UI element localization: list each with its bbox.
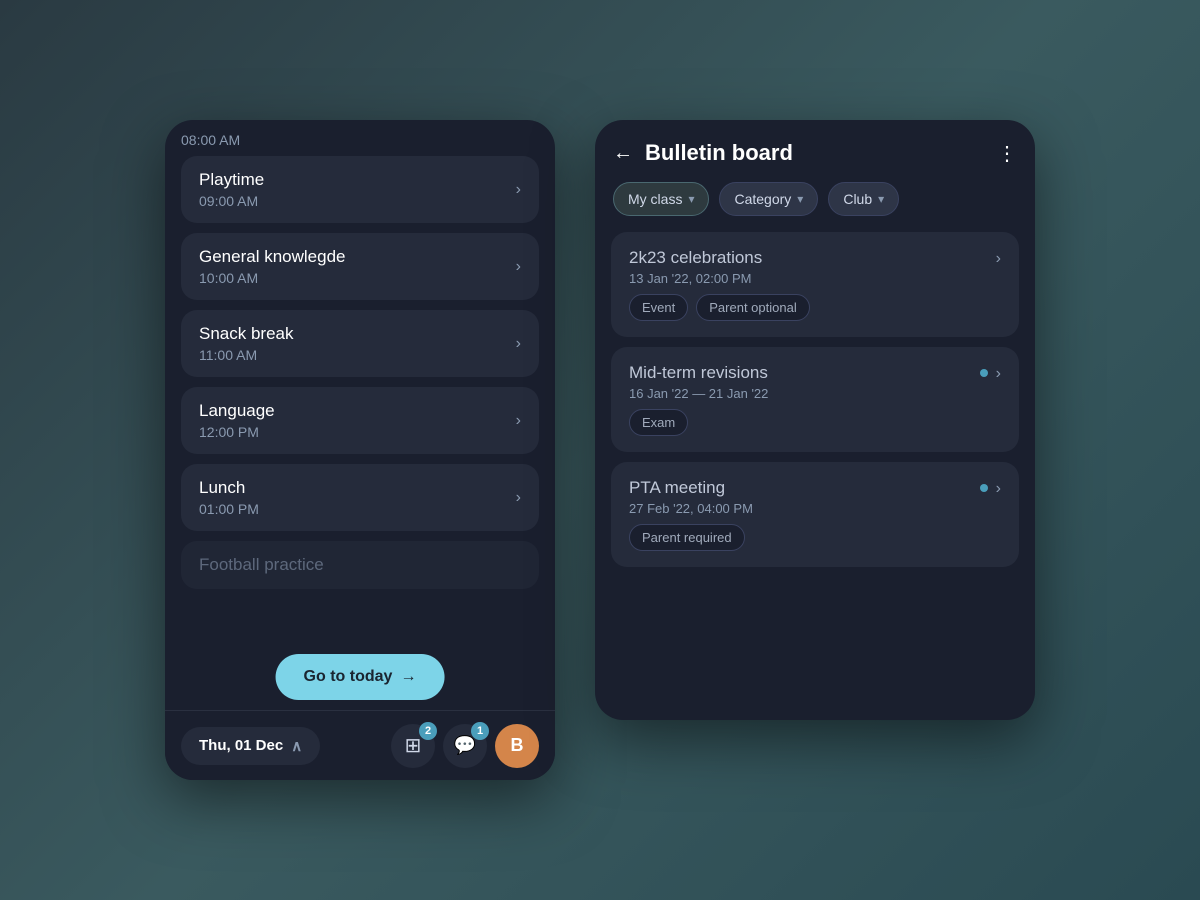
more-options-button[interactable]: ⋮ xyxy=(997,141,1017,166)
card-title: Mid-term revisions xyxy=(629,363,768,383)
right-phone: ← Bulletin board ⋮ My class ▾ Category ▾… xyxy=(595,120,1035,720)
schedule-item-text: Lunch 01:00 PM xyxy=(199,478,259,517)
filter-bar: My class ▾ Category ▾ Club ▾ xyxy=(595,182,1035,232)
card-header: Mid-term revisions 16 Jan '22 — 21 Jan '… xyxy=(629,363,1001,401)
schedule-item-text: Snack break 11:00 AM xyxy=(199,324,294,363)
bulletin-card[interactable]: PTA meeting 27 Feb '22, 04:00 PM › Paren… xyxy=(611,462,1019,567)
chevron-right-icon: › xyxy=(516,181,521,199)
tag: Event xyxy=(629,294,688,321)
chevron-right-icon: › xyxy=(516,335,521,353)
chevron-up-icon: ∧ xyxy=(291,737,302,755)
schedule-item-title: General knowlegde xyxy=(199,247,345,267)
dot-chevron: › xyxy=(980,363,1001,383)
schedule-item-time: 01:00 PM xyxy=(199,501,259,517)
header-left: ← Bulletin board xyxy=(613,140,793,166)
grid-icon-button[interactable]: ⊞ 2 xyxy=(391,724,435,768)
tag: Parent optional xyxy=(696,294,809,321)
chevron-right-icon: › xyxy=(996,480,1001,498)
dot-chevron: › xyxy=(980,478,1001,498)
chevron-right-icon: › xyxy=(996,250,1001,268)
left-phone: 08:00 AM Playtime 09:00 AM › General kno… xyxy=(165,120,555,780)
schedule-item-time: 09:00 AM xyxy=(199,193,264,209)
chevron-down-icon: ▾ xyxy=(688,192,694,206)
bulletin-card[interactable]: Mid-term revisions 16 Jan '22 — 21 Jan '… xyxy=(611,347,1019,452)
bulletin-card[interactable]: 2k23 celebrations 13 Jan '22, 02:00 PM ›… xyxy=(611,232,1019,337)
schedule-item[interactable]: Snack break 11:00 AM › xyxy=(181,310,539,377)
filter-label: Club xyxy=(843,191,872,207)
football-practice-item: Football practice xyxy=(181,541,539,589)
schedule-item-title: Lunch xyxy=(199,478,259,498)
chevron-right-icon: › xyxy=(516,258,521,276)
schedule-item-title: Snack break xyxy=(199,324,294,344)
card-date: 16 Jan '22 — 21 Jan '22 xyxy=(629,386,768,401)
schedule-item[interactable]: Lunch 01:00 PM › xyxy=(181,464,539,531)
card-title: PTA meeting xyxy=(629,478,753,498)
chevron-right-icon: › xyxy=(516,412,521,430)
football-title: Football practice xyxy=(199,555,521,575)
card-header: 2k23 celebrations 13 Jan '22, 02:00 PM › xyxy=(629,248,1001,286)
chat-icon-button[interactable]: 💬 1 xyxy=(443,724,487,768)
badge-count-2: 1 xyxy=(471,722,489,740)
schedule-item[interactable]: General knowlegde 10:00 AM › xyxy=(181,233,539,300)
schedule-item[interactable]: Playtime 09:00 AM › xyxy=(181,156,539,223)
back-button[interactable]: ← xyxy=(613,142,633,165)
card-tags: Exam xyxy=(629,409,1001,436)
schedule-item-text: General knowlegde 10:00 AM xyxy=(199,247,345,286)
unread-dot xyxy=(980,369,988,377)
chevron-right-icon: › xyxy=(996,365,1001,383)
card-date: 13 Jan '22, 02:00 PM xyxy=(629,271,762,286)
avatar-letter: B xyxy=(511,735,524,756)
bottom-bar: Thu, 01 Dec ∧ ⊞ 2 💬 1 B xyxy=(165,710,555,780)
filter-label: Category xyxy=(734,191,791,207)
card-info: PTA meeting 27 Feb '22, 04:00 PM xyxy=(629,478,753,516)
schedule-item[interactable]: Language 12:00 PM › xyxy=(181,387,539,454)
card-date: 27 Feb '22, 04:00 PM xyxy=(629,501,753,516)
chevron-down-icon: ▾ xyxy=(878,192,884,206)
badge-count-1: 2 xyxy=(419,722,437,740)
card-title: 2k23 celebrations xyxy=(629,248,762,268)
filter-chip-my-class[interactable]: My class ▾ xyxy=(613,182,709,216)
schedule-item-time: 10:00 AM xyxy=(199,270,345,286)
bulletin-title: Bulletin board xyxy=(645,140,793,166)
tag: Parent required xyxy=(629,524,745,551)
filter-chip-category[interactable]: Category ▾ xyxy=(719,182,818,216)
chat-icon: 💬 xyxy=(454,735,476,756)
schedule-item-title: Language xyxy=(199,401,275,421)
date-chip[interactable]: Thu, 01 Dec ∧ xyxy=(181,727,320,765)
card-info: Mid-term revisions 16 Jan '22 — 21 Jan '… xyxy=(629,363,768,401)
avatar-button[interactable]: B xyxy=(495,724,539,768)
chevron-down-icon: ▾ xyxy=(797,192,803,206)
filter-chip-club[interactable]: Club ▾ xyxy=(828,182,899,216)
time-header: 08:00 AM xyxy=(165,120,555,156)
schedule-item-text: Playtime 09:00 AM xyxy=(199,170,264,209)
date-text: Thu, 01 Dec xyxy=(199,737,283,754)
card-header: PTA meeting 27 Feb '22, 04:00 PM › xyxy=(629,478,1001,516)
card-info: 2k23 celebrations 13 Jan '22, 02:00 PM xyxy=(629,248,762,286)
filter-label: My class xyxy=(628,191,682,207)
schedule-item-text: Language 12:00 PM xyxy=(199,401,275,440)
go-to-today-button[interactable]: Go to today → xyxy=(276,654,445,700)
chevron-right-icon: › xyxy=(516,489,521,507)
tag: Exam xyxy=(629,409,688,436)
card-tags: Event Parent optional xyxy=(629,294,1001,321)
unread-dot xyxy=(980,484,988,492)
schedule-item-time: 11:00 AM xyxy=(199,347,294,363)
bottom-icons: ⊞ 2 💬 1 B xyxy=(391,724,539,768)
schedule-item-time: 12:00 PM xyxy=(199,424,275,440)
schedule-item-title: Playtime xyxy=(199,170,264,190)
bulletin-header: ← Bulletin board ⋮ xyxy=(595,120,1035,182)
grid-icon: ⊞ xyxy=(405,733,422,758)
card-tags: Parent required xyxy=(629,524,1001,551)
bulletin-content: 2k23 celebrations 13 Jan '22, 02:00 PM ›… xyxy=(595,232,1035,720)
